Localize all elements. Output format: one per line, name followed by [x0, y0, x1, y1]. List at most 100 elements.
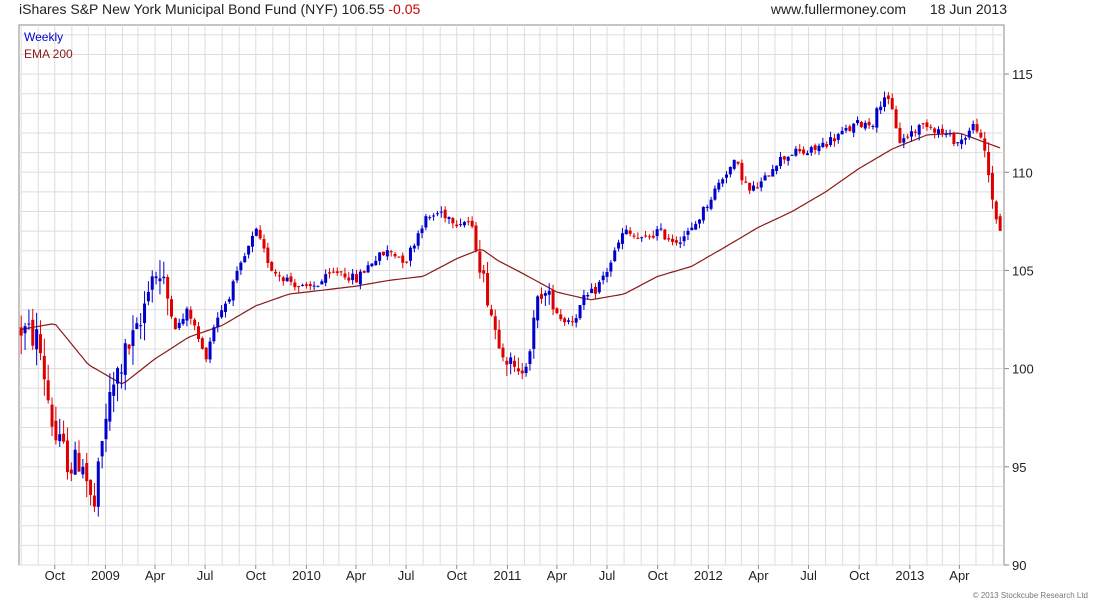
candle-body: [624, 229, 628, 235]
candle-body: [470, 220, 474, 227]
candle-body: [35, 329, 39, 350]
candle-body: [983, 138, 987, 151]
candle-body: [274, 271, 278, 274]
candle-body: [170, 299, 174, 317]
candle-body: [586, 294, 590, 297]
candle-body: [301, 284, 305, 286]
candle-body: [293, 282, 297, 288]
candle-body: [370, 263, 374, 267]
candle-body: [559, 314, 563, 320]
candle-body: [358, 271, 362, 285]
candle-body: [397, 256, 401, 258]
candle-body: [678, 242, 682, 244]
candle-body: [231, 281, 235, 301]
candle-body: [686, 230, 690, 235]
candle-body: [987, 151, 991, 176]
candle-body: [832, 138, 836, 142]
candle-body: [709, 199, 713, 209]
candle-body: [848, 126, 852, 131]
candle-body: [505, 360, 509, 365]
candle-body: [46, 380, 50, 401]
candle-body: [755, 187, 759, 189]
candle-body: [223, 303, 227, 313]
candle-body: [740, 162, 744, 181]
candle-body: [69, 469, 73, 474]
candle-body: [381, 251, 385, 256]
candle-body: [31, 319, 35, 346]
candle-body: [659, 228, 663, 230]
candle-body: [420, 228, 424, 234]
candle-body: [23, 326, 27, 334]
candle-body: [135, 323, 139, 330]
candle-body: [73, 449, 77, 475]
candle-body: [119, 372, 123, 374]
candle-body: [239, 262, 243, 271]
candle-body: [952, 132, 956, 145]
x-tick-label: Apr: [748, 568, 769, 583]
candle-body: [208, 341, 212, 360]
candle-body: [389, 251, 393, 253]
candle-body: [690, 227, 694, 231]
candle-body: [975, 124, 979, 132]
candle-body: [146, 291, 150, 302]
candle-body: [127, 344, 131, 349]
candle-body: [736, 161, 740, 164]
candle-body: [725, 174, 729, 178]
candle-body: [940, 128, 944, 134]
candle-body: [886, 95, 890, 100]
candle-body: [123, 343, 127, 375]
candle-body: [516, 368, 520, 372]
candle-body: [339, 271, 343, 273]
candle-body: [459, 224, 463, 226]
candle-body: [775, 165, 779, 171]
candle-body: [856, 120, 860, 124]
candle-body: [578, 305, 582, 319]
candle-body: [447, 217, 451, 219]
candle-body: [674, 240, 678, 243]
candle-body: [632, 235, 636, 237]
candle-body: [212, 327, 216, 342]
x-tick-label: Jul: [800, 568, 817, 583]
candle-body: [254, 228, 258, 236]
candle-body: [763, 175, 767, 181]
candle-body: [304, 284, 308, 286]
candle-body: [840, 130, 844, 135]
candle-body: [405, 261, 409, 263]
candle-body: [189, 309, 193, 319]
candle-body: [277, 275, 281, 277]
candle-body: [308, 284, 312, 287]
candle-body: [297, 286, 301, 288]
candle-body: [92, 495, 96, 507]
candle-body: [439, 211, 443, 213]
candle-body: [501, 347, 505, 358]
candle-body: [971, 123, 975, 131]
candle-body: [574, 318, 578, 323]
candle-body: [921, 123, 925, 125]
candle-body: [54, 420, 58, 441]
candle-body: [640, 237, 644, 239]
candle-body: [116, 368, 120, 384]
candle-body: [181, 318, 185, 324]
candle-body: [343, 273, 347, 278]
candle-body: [944, 133, 948, 135]
candle-body: [782, 156, 786, 160]
candle-body: [451, 217, 455, 224]
candle-body: [536, 296, 540, 321]
x-tick-label: Oct: [648, 568, 669, 583]
x-tick-label: Oct: [45, 568, 66, 583]
candle-body: [335, 271, 339, 273]
candle-body: [489, 309, 493, 316]
candle-body: [713, 188, 717, 200]
candle-body: [227, 299, 231, 302]
candle-body: [651, 235, 655, 238]
candle-body: [894, 109, 898, 129]
candle-body: [173, 318, 177, 330]
candle-body: [829, 137, 833, 145]
candle-body: [798, 149, 802, 152]
candle-body: [852, 123, 856, 133]
candle-body: [378, 252, 382, 261]
candle-body: [751, 185, 755, 191]
candle-body: [663, 229, 667, 240]
candle-body: [771, 169, 775, 177]
candle-body: [270, 261, 274, 271]
